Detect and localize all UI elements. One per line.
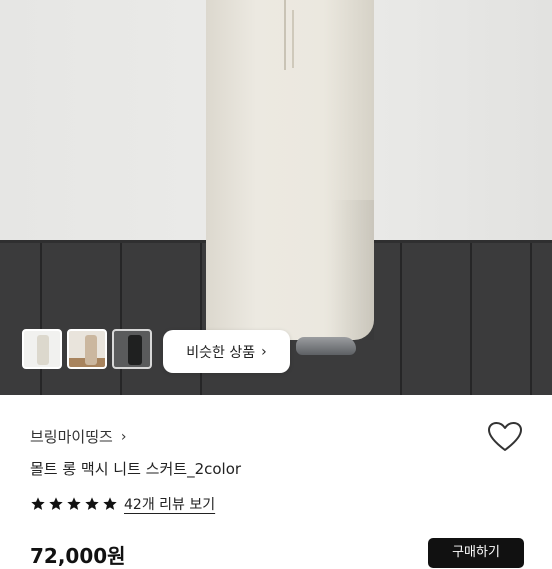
skirt-drawstring bbox=[284, 0, 286, 70]
thumbnail-beige[interactable] bbox=[67, 329, 107, 369]
similar-products-button[interactable]: 비슷한 상품 › bbox=[163, 330, 290, 373]
star-icon bbox=[103, 497, 117, 510]
chevron-right-icon: › bbox=[261, 343, 267, 360]
floor-plank-line bbox=[530, 243, 532, 395]
floor-plank-line bbox=[470, 243, 472, 395]
shoe bbox=[296, 337, 356, 355]
floor-plank-line bbox=[40, 243, 42, 395]
floor-plank-line bbox=[400, 243, 402, 395]
product-price: 72,000원 bbox=[30, 544, 126, 568]
seller-link[interactable]: 브링마이띵즈 › bbox=[30, 426, 126, 447]
star-icon bbox=[85, 497, 99, 510]
product-info: 브링마이띵즈 › 몰트 롱 맥시 니트 스커트_2color 42개 리뷰 보기… bbox=[0, 395, 552, 568]
skirt-fold bbox=[330, 200, 374, 340]
buy-button[interactable]: 구매하기 bbox=[428, 538, 524, 568]
star-rating bbox=[30, 496, 118, 512]
floor-plank-line bbox=[120, 243, 122, 395]
thumbnail-black[interactable] bbox=[112, 329, 152, 369]
review-link[interactable]: 42개 리뷰 보기 bbox=[124, 494, 215, 514]
seller-name: 브링마이띵즈 bbox=[30, 428, 113, 446]
star-icon bbox=[49, 497, 63, 510]
star-icon bbox=[67, 497, 81, 510]
skirt-drawstring bbox=[292, 10, 294, 68]
thumbnail-figure bbox=[37, 335, 49, 365]
thumbnail-figure bbox=[128, 335, 142, 365]
chevron-right-icon: › bbox=[120, 428, 127, 445]
thumbnail-white[interactable] bbox=[22, 329, 62, 369]
rating-row: 42개 리뷰 보기 bbox=[30, 494, 215, 514]
thumbnail-strip bbox=[22, 329, 152, 369]
star-icon bbox=[31, 497, 45, 510]
thumbnail-figure bbox=[85, 335, 97, 365]
heart-icon[interactable] bbox=[487, 421, 523, 453]
similar-products-label: 비슷한 상품 bbox=[186, 344, 256, 361]
product-title: 몰트 롱 맥시 니트 스커트_2color bbox=[30, 460, 242, 478]
